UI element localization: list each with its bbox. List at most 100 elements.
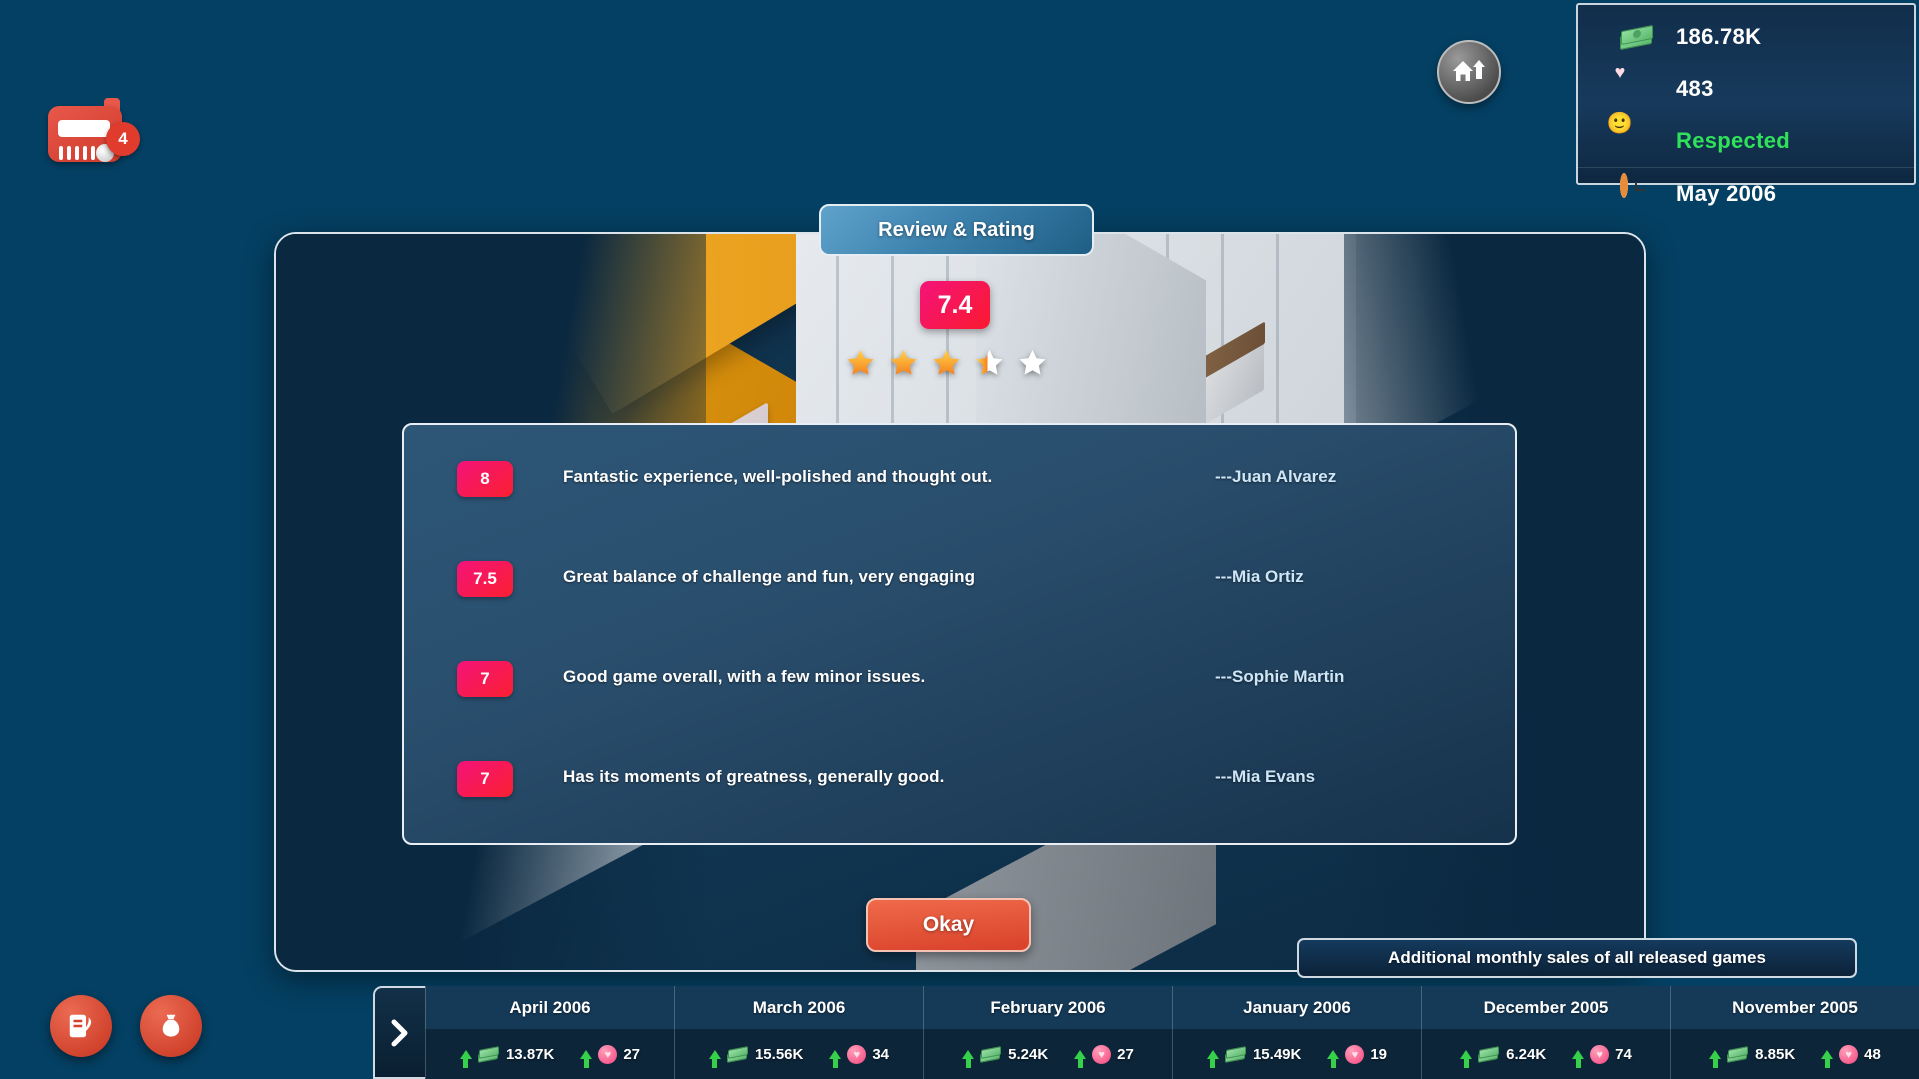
table-row: 8 Fantastic experience, well-polished an… [404, 459, 1515, 559]
timeline-month-column[interactable]: March 2006 15.56K 34 [674, 986, 923, 1079]
timeline-month-column[interactable]: February 2006 5.24K 27 [923, 986, 1172, 1079]
star-rating [846, 348, 1047, 377]
review-author: ---Sophie Martin [1215, 667, 1345, 686]
star-1-full [846, 348, 875, 377]
heart-icon [1839, 1045, 1859, 1064]
arrow-up-icon [1709, 1050, 1722, 1068]
month-label: February 2006 [990, 998, 1106, 1017]
home-upgrade-button[interactable] [1437, 40, 1501, 104]
month-fans: 74 [1572, 1045, 1632, 1068]
money-bag-button[interactable] [140, 995, 202, 1057]
fans-value: 74 [1615, 1046, 1632, 1063]
month-label: March 2006 [752, 998, 846, 1017]
house-up-arrow-icon [1453, 60, 1485, 81]
arrow-up-icon [1327, 1050, 1340, 1068]
sales-value: 6.24K [1506, 1046, 1547, 1063]
month-sales: 15.49K [1206, 1046, 1302, 1068]
review-author: ---Mia Ortiz [1215, 567, 1304, 586]
month-label: April 2006 [509, 998, 591, 1017]
arrow-up-icon [829, 1050, 842, 1068]
timeline-month-column[interactable]: December 2005 6.24K 74 [1421, 986, 1670, 1079]
date-value: May 2006 [1676, 180, 1777, 206]
smiley-icon [1620, 124, 1654, 158]
reputation-value: Respected [1676, 128, 1790, 153]
heart-icon [1345, 1045, 1365, 1064]
fans-value: 27 [623, 1046, 641, 1063]
clock-icon [1620, 172, 1654, 211]
sales-value: 15.49K [1252, 1046, 1302, 1063]
stat-row-reputation: Respected [1578, 115, 1914, 167]
table-row: 7.5 Great balance of challenge and fun, … [404, 559, 1515, 659]
review-text: Fantastic experience, well-polished and … [563, 467, 993, 486]
sales-value: 13.87K [505, 1046, 555, 1063]
review-score: 7 [457, 661, 513, 697]
heart-icon [598, 1045, 618, 1064]
money-icon [1620, 20, 1654, 54]
review-score: 8 [457, 461, 513, 497]
timeline-month-column[interactable]: January 2006 15.49K 19 [1172, 986, 1421, 1079]
month-stats: 13.87K 27 [426, 1030, 674, 1079]
month-sales: 8.85K [1709, 1046, 1795, 1068]
arrow-up-icon [459, 1050, 472, 1068]
arrow-up-icon [708, 1050, 721, 1068]
heart-icon [1620, 72, 1654, 106]
money-icon [980, 1046, 1002, 1063]
month-fans: 48 [1821, 1045, 1881, 1068]
review-text: Great balance of challenge and fun, very… [563, 567, 976, 586]
star-4-half [975, 348, 1004, 377]
star-5-empty [1018, 348, 1047, 377]
mail-notification-button[interactable]: 4 [48, 98, 140, 168]
timeline-month-column[interactable]: April 2006 13.87K 27 [425, 986, 674, 1079]
money-icon [1727, 1046, 1749, 1063]
month-stats: 15.49K 19 [1173, 1030, 1421, 1079]
heart-icon [847, 1045, 867, 1064]
chevron-right-icon [391, 1019, 408, 1046]
timeline-month-column[interactable]: November 2005 8.85K 48 [1670, 986, 1919, 1079]
fans-value: 19 [1370, 1046, 1388, 1063]
month-fans: 27 [580, 1045, 641, 1068]
arrow-up-icon [1074, 1050, 1087, 1068]
month-stats: 6.24K 74 [1422, 1030, 1670, 1079]
month-sales: 6.24K [1460, 1046, 1547, 1068]
month-fans: 19 [1327, 1045, 1388, 1068]
review-text: Has its moments of greatness, generally … [563, 767, 945, 786]
money-value: 186.78K [1676, 24, 1762, 49]
arrow-up-icon [1572, 1050, 1585, 1068]
arrow-up-icon [1821, 1050, 1834, 1068]
arrow-up-icon [1460, 1050, 1473, 1068]
month-fans: 34 [829, 1045, 890, 1068]
timeline-prev-button[interactable] [373, 986, 425, 1079]
month-sales: 5.24K [962, 1046, 1049, 1068]
dialog-tab-review-rating[interactable]: Review & Rating [819, 204, 1094, 256]
arrow-up-icon [962, 1050, 975, 1068]
sales-value: 5.24K [1008, 1046, 1049, 1063]
month-fans: 27 [1074, 1045, 1134, 1068]
month-label: December 2005 [1483, 998, 1609, 1017]
sales-value: 15.56K [754, 1046, 804, 1063]
fans-value: 27 [1117, 1046, 1134, 1063]
review-author: ---Mia Evans [1215, 767, 1316, 786]
star-2-full [889, 348, 918, 377]
heart-icon [1092, 1045, 1112, 1064]
mail-slot [58, 120, 110, 137]
month-sales: 13.87K [459, 1046, 555, 1068]
fans-value: 48 [1864, 1046, 1881, 1063]
okay-button[interactable]: Okay [866, 898, 1031, 952]
month-stats: 8.85K 48 [1671, 1030, 1919, 1079]
notes-button[interactable] [50, 995, 112, 1057]
arrow-up-icon [1206, 1050, 1219, 1068]
fans-value: 34 [872, 1046, 890, 1063]
mail-badge-count: 4 [106, 122, 140, 156]
review-score: 7 [457, 761, 513, 797]
review-text: Good game overall, with a few minor issu… [563, 667, 926, 686]
table-row: 7 Good game overall, with a few minor is… [404, 659, 1515, 759]
stat-row-money: 186.78K [1578, 11, 1914, 63]
tooltip-banner: Additional monthly sales of all released… [1297, 938, 1857, 978]
notepad-pen-icon [69, 1014, 92, 1038]
money-bag-icon [162, 1014, 180, 1037]
stat-row-date: May 2006 [1578, 167, 1914, 219]
money-icon [1224, 1046, 1247, 1063]
star-3-full [932, 348, 961, 377]
table-row: 7 Has its moments of greatness, generall… [404, 759, 1515, 859]
review-author: ---Juan Alvarez [1215, 467, 1337, 486]
